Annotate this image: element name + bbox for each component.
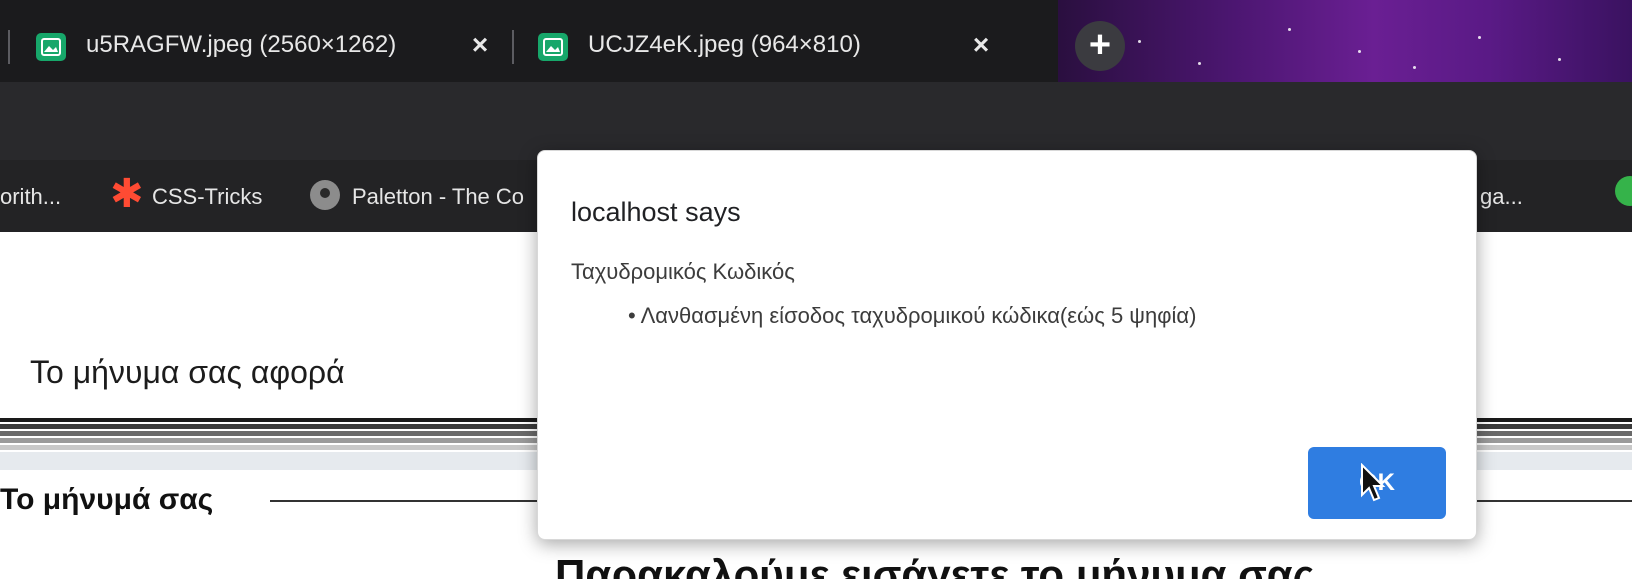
browser-toolbar xyxy=(0,82,1632,160)
close-icon[interactable]: × xyxy=(966,28,996,62)
tab-title: UCJZ4eK.jpeg (964×810) xyxy=(588,31,861,58)
image-icon xyxy=(36,33,66,61)
message-legend: Το μήνυμά σας xyxy=(0,483,214,516)
bookmark-paletton[interactable]: Paletton - The Co xyxy=(352,180,524,214)
theme-background xyxy=(1058,0,1632,82)
plus-icon[interactable]: + xyxy=(1075,21,1125,71)
subject-label: Το μήνυμα σας αφορά xyxy=(30,354,345,390)
dialog-title: localhost says xyxy=(571,197,741,227)
dialog-field-name: Ταχυδρομικός Κωδικός xyxy=(571,259,795,284)
close-icon[interactable]: × xyxy=(465,28,495,62)
tab-separator xyxy=(8,30,10,64)
mouse-pointer-icon xyxy=(1361,463,1386,502)
message-heading: Παρακαλούμε εισάγετε το μήνυμα σας xyxy=(555,551,1315,579)
image-icon xyxy=(538,33,568,61)
asterisk-icon: ✱ xyxy=(110,172,144,216)
tab-u5ragfw[interactable]: u5RAGFW.jpeg (2560×1262) × xyxy=(20,0,510,82)
alert-dialog: localhost says Ταχυδρομικός Κωδικός • Λα… xyxy=(537,150,1477,540)
bookmark-css-tricks[interactable]: CSS-Tricks xyxy=(152,180,262,214)
tab-title: u5RAGFW.jpeg (2560×1262) xyxy=(86,31,397,58)
tab-strip: u5RAGFW.jpeg (2560×1262) × UCJZ4eK.jpeg … xyxy=(0,0,1632,82)
bookmark-item[interactable]: ga... xyxy=(1480,180,1523,214)
tab-separator xyxy=(512,30,514,64)
bookmark-item[interactable]: orith... xyxy=(0,180,61,214)
circle-icon xyxy=(310,180,340,210)
tab-ucjz4ek[interactable]: UCJZ4eK.jpeg (964×810) × xyxy=(520,0,1020,82)
dialog-error-message: • Λανθασμένη είσοδος ταχυδρομικού κώδικα… xyxy=(628,303,1197,328)
